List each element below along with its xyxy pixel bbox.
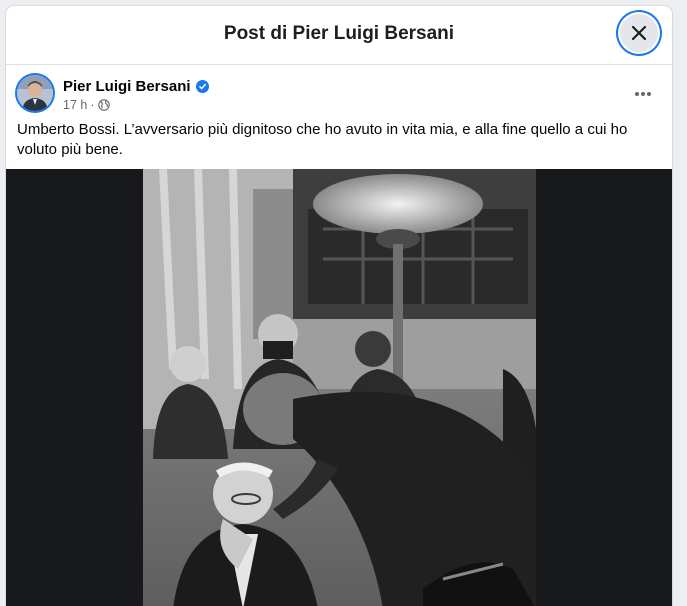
post-meta: 17 h · <box>63 98 110 112</box>
post-photo[interactable] <box>143 169 536 606</box>
avatar[interactable] <box>17 75 53 111</box>
author-name[interactable]: Pier Luigi Bersani <box>63 78 209 95</box>
photo-image <box>143 169 536 606</box>
post-text: Umberto Bossi. L’avversario più dignitos… <box>17 121 628 158</box>
post-photo-area <box>6 169 672 606</box>
modal-title: Post di Pier Luigi Bersani <box>223 23 455 44</box>
globe-icon <box>97 99 110 111</box>
verified-badge-icon <box>195 80 209 93</box>
modal-header: Post di Pier Luigi Bersani <box>6 6 672 65</box>
more-options-button[interactable] <box>626 82 660 106</box>
post-header: Pier Luigi Bersani 17 h · <box>6 65 672 123</box>
more-options-icon <box>635 92 651 96</box>
close-icon <box>631 25 647 41</box>
close-button[interactable] <box>620 14 658 52</box>
avatar-image <box>17 75 53 111</box>
post-time[interactable]: 17 h <box>63 98 87 112</box>
post-modal: Post di Pier Luigi Bersani Pier Luigi Be… <box>6 6 672 606</box>
meta-separator: · <box>90 98 95 112</box>
author-label: Pier Luigi Bersani <box>63 78 191 95</box>
